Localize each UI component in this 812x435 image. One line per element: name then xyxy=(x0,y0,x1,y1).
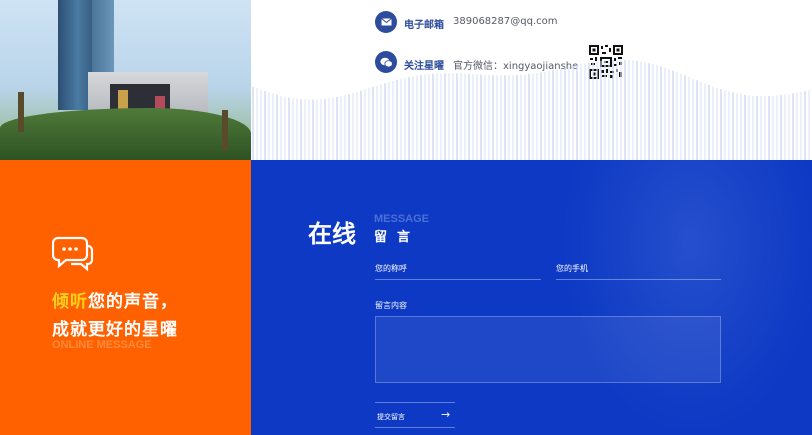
slogan-line-2: 成就更好的星曜 xyxy=(52,320,178,340)
background-glow xyxy=(561,160,812,435)
envelope-icon xyxy=(375,11,397,33)
content-label: 留言内容 xyxy=(375,301,407,310)
slogan-line1-rest: 您的声音， xyxy=(88,292,178,312)
message-textarea[interactable] xyxy=(375,316,721,383)
decorative-stripes xyxy=(252,60,810,160)
name-input[interactable] xyxy=(375,279,541,280)
phone-input[interactable] xyxy=(556,279,721,280)
email-label: 电子邮箱 xyxy=(404,20,444,31)
submit-label: 提交留言 xyxy=(377,413,405,421)
slogan-line-1: 倾听您的声音， xyxy=(52,287,178,312)
form-title-english: MESSAGE xyxy=(374,213,430,225)
palm-tree xyxy=(222,110,228,150)
form-subtitle: 留言 xyxy=(374,230,421,245)
chat-bubbles-icon xyxy=(52,236,94,272)
slogan-highlight: 倾听 xyxy=(52,292,88,312)
message-form-panel xyxy=(251,160,812,435)
palm-tree xyxy=(18,92,24,132)
slogan-english: ONLINE MESSAGE xyxy=(52,339,152,351)
trees xyxy=(0,108,251,160)
submit-button[interactable]: 提交留言 → xyxy=(375,402,455,428)
building-photo xyxy=(0,0,251,160)
arrow-right-icon: → xyxy=(441,408,451,421)
tower-shape-2 xyxy=(92,0,114,80)
email-value[interactable]: 389068287@qq.com xyxy=(453,16,558,27)
name-label: 您的称呼 xyxy=(375,264,407,273)
form-title: 在线 xyxy=(308,220,356,248)
phone-label: 您的手机 xyxy=(556,264,588,273)
